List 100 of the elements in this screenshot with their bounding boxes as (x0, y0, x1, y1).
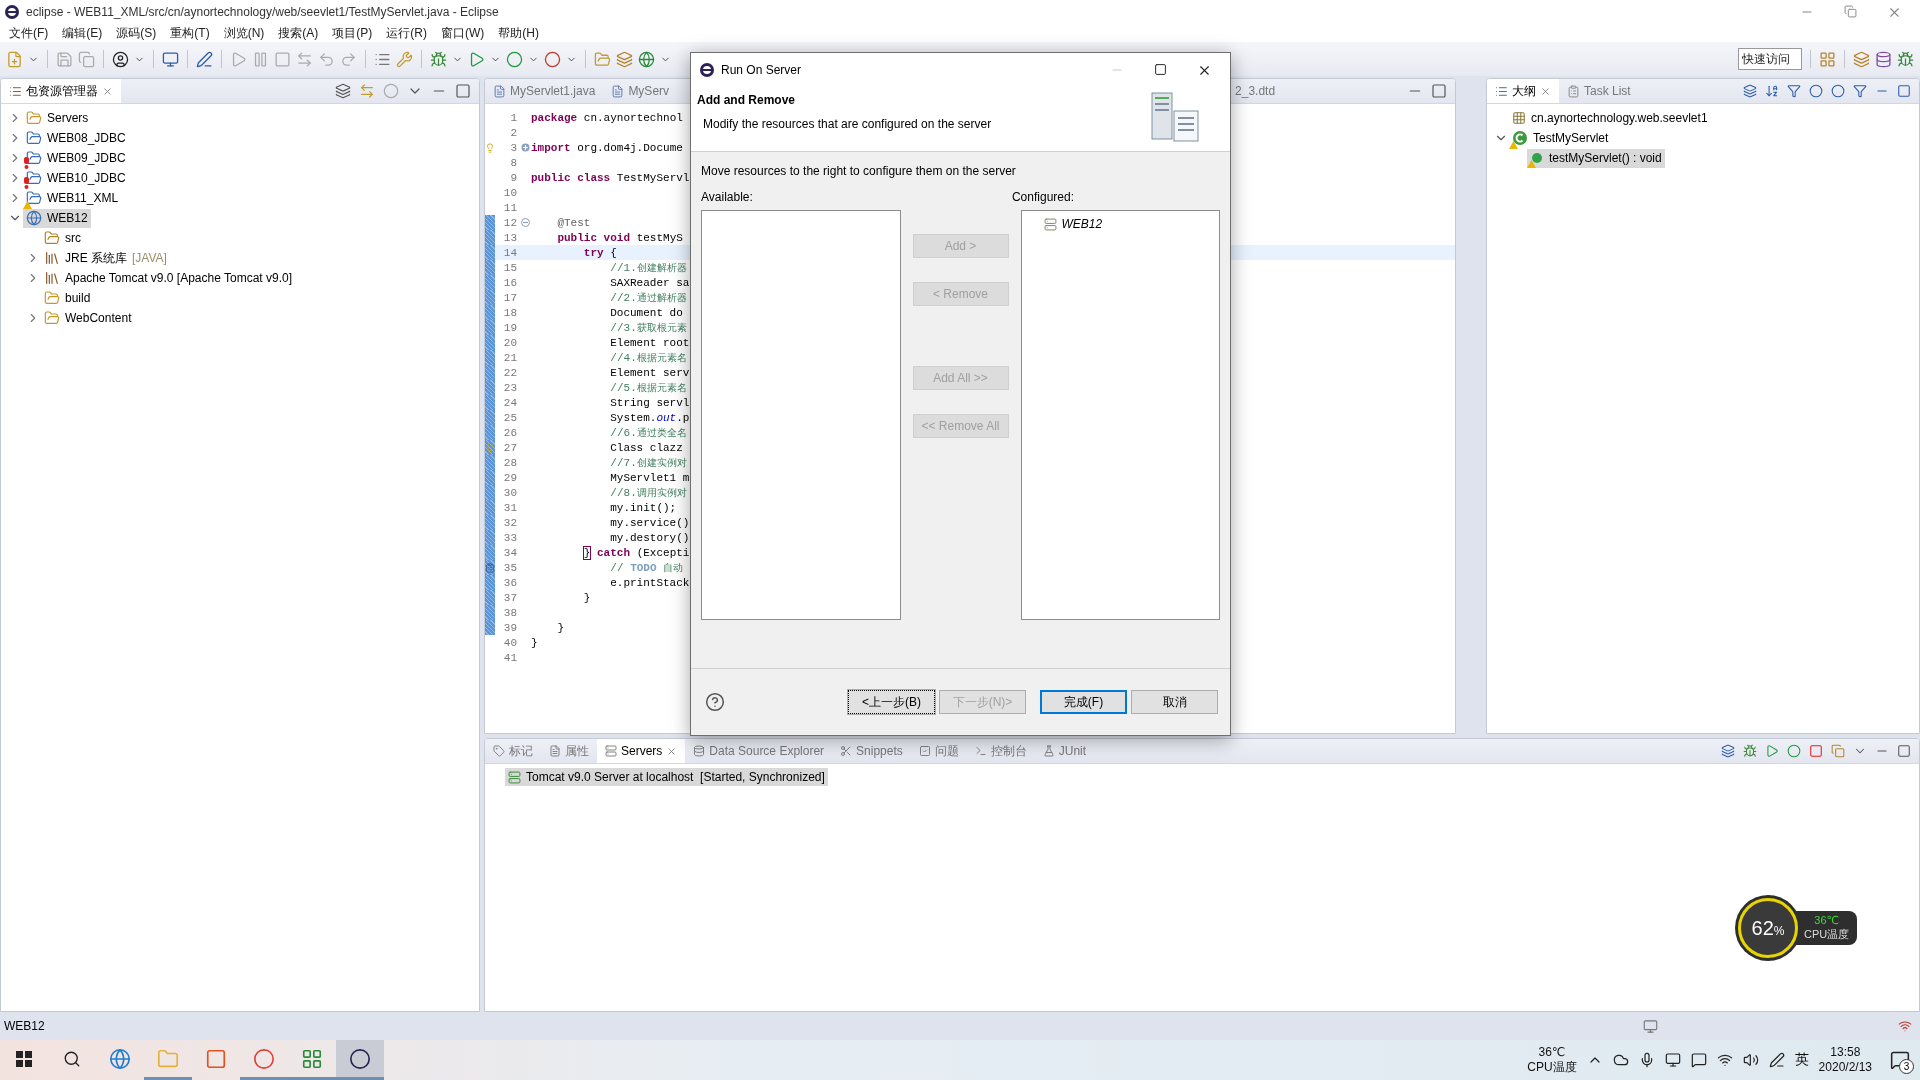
copy-icon[interactable] (78, 50, 95, 68)
checkbox-icon[interactable] (918, 745, 931, 757)
tree-item[interactable]: cn.aynortechnology.web.seevlet1 (1509, 108, 1711, 128)
package-tree-icon[interactable] (9, 84, 22, 98)
dot-icon[interactable] (1831, 84, 1845, 98)
redo-icon[interactable] (340, 50, 357, 68)
tree-item[interactable]: WEB11_XML (23, 188, 122, 208)
view-tab[interactable]: Data Source Explorer (685, 739, 833, 763)
pen-icon[interactable] (196, 50, 213, 68)
play-icon[interactable] (230, 50, 247, 68)
sort-icon[interactable] (1765, 84, 1779, 98)
view-tab[interactable]: 控制台 (966, 739, 1035, 763)
maximize-icon[interactable] (1154, 62, 1167, 76)
input-method-indicator[interactable]: 英 (1794, 1051, 1809, 1069)
tree-item[interactable]: Servers (23, 108, 92, 128)
view-tab[interactable]: Servers (597, 739, 686, 763)
tree-item[interactable]: WEB12 (23, 208, 91, 228)
menu-item[interactable]: 文件(F) (2, 24, 56, 42)
link-icon[interactable] (359, 83, 375, 99)
menu-item[interactable]: 搜索(A) (271, 24, 326, 42)
clipboard-icon[interactable] (1567, 84, 1580, 98)
scissors-icon[interactable] (840, 745, 853, 757)
collapse-all-icon[interactable] (1721, 744, 1735, 758)
view-tab[interactable]: 属性 (541, 739, 597, 763)
menu-item[interactable]: 项目(P) (325, 24, 380, 42)
monitor-icon[interactable] (162, 50, 179, 68)
server-icon[interactable] (605, 745, 617, 757)
outline-icon[interactable] (1495, 84, 1508, 98)
flask-icon[interactable] (1042, 745, 1055, 757)
dialog-button[interactable]: 完成(F) (1040, 690, 1127, 714)
globe-icon[interactable] (109, 1047, 131, 1070)
person-circle-icon[interactable] (112, 50, 129, 68)
bug-icon[interactable] (430, 50, 447, 68)
menu-item[interactable]: 窗口(W) (434, 24, 492, 42)
pen-icon[interactable] (1768, 1052, 1785, 1068)
view-tab[interactable]: 问题 (910, 739, 967, 763)
quick-access-field[interactable]: 快速访问 (1738, 48, 1802, 70)
stop-icon[interactable] (1809, 744, 1823, 758)
server-row[interactable]: Tomcat v9.0 Server at localhost [Started, Synchronized] (505, 768, 828, 786)
chat-icon[interactable] (1690, 1052, 1707, 1068)
tree-item[interactable]: Apache Tomcat v9.0 [Apache Tomcat v9.0] (41, 268, 296, 288)
square-icon[interactable] (205, 1047, 227, 1070)
editor-tab[interactable]: MyServlet1.java (485, 79, 604, 103)
menu-item[interactable]: 帮助(H) (491, 24, 546, 42)
collapse-all-icon[interactable] (335, 83, 351, 99)
view-tab[interactable]: 标记 (485, 739, 541, 763)
editor-tab[interactable]: 2_3.dtd (1227, 79, 1284, 103)
perspective-icon[interactable] (1819, 50, 1836, 68)
menu-item[interactable]: 运行(R) (379, 24, 434, 42)
expand-fold-icon[interactable] (520, 143, 530, 152)
tree-item[interactable]: testMyServlet() : void (1527, 148, 1665, 168)
view-tab[interactable]: Snippets (832, 739, 911, 763)
run-icon[interactable] (468, 50, 485, 68)
taskbar-app[interactable] (336, 1040, 384, 1080)
tree-item[interactable]: src (41, 228, 84, 248)
menu-item[interactable]: 编辑(E) (55, 24, 110, 42)
wrench-icon[interactable] (396, 50, 413, 68)
monitor-icon[interactable] (1664, 1052, 1681, 1068)
cloud-icon[interactable] (1612, 1052, 1629, 1068)
tree-item[interactable]: WEB10_JDBC (23, 168, 129, 188)
tree-item[interactable]: WEB08_JDBC (23, 128, 129, 148)
start-icon[interactable] (1765, 744, 1779, 758)
globe-icon[interactable] (638, 50, 655, 68)
view-tab[interactable]: Task List (1559, 79, 1639, 103)
arrows-icon[interactable] (296, 50, 313, 68)
editor-tab[interactable]: MyServ (603, 79, 678, 103)
undo-icon[interactable] (318, 50, 335, 68)
new-file-icon[interactable] (6, 50, 23, 68)
restore-icon[interactable] (1844, 4, 1857, 18)
configured-list[interactable]: WEB12 (1020, 210, 1220, 620)
circle-icon[interactable] (253, 1047, 275, 1070)
stop-icon[interactable] (274, 50, 291, 68)
dialog-button[interactable]: 取消 (1131, 690, 1218, 714)
collapse-fold-icon[interactable] (520, 218, 530, 227)
menu-item[interactable]: 浏览(N) (216, 24, 272, 42)
tree-item[interactable]: JRE 系统库 [JAVA] (41, 248, 170, 268)
list-item[interactable]: WEB12 (1043, 215, 1219, 233)
help-icon[interactable] (705, 692, 725, 712)
debug-icon[interactable] (1897, 50, 1914, 68)
view-tab[interactable]: 大纲 (1487, 79, 1559, 103)
search-icon[interactable] (63, 1049, 81, 1068)
volume-icon[interactable] (1742, 1052, 1759, 1068)
tree-item[interactable]: TestMyServlet (1509, 128, 1612, 148)
pause-icon[interactable] (252, 50, 269, 68)
network-icon[interactable] (1716, 1052, 1733, 1068)
view-tab[interactable]: JUnit (1034, 739, 1095, 763)
terminal-icon[interactable] (974, 745, 987, 757)
view-tab[interactable]: 包资源管理器 (1, 79, 121, 103)
menu-item[interactable]: 重构(T) (163, 24, 217, 42)
save-icon[interactable] (56, 50, 73, 68)
debug-icon[interactable] (1743, 744, 1757, 758)
menu-item[interactable]: 源码(S) (109, 24, 164, 42)
dialog-button[interactable]: <上一步(B) (848, 690, 935, 714)
chart-icon[interactable] (301, 1047, 323, 1070)
layers-icon[interactable] (616, 50, 633, 68)
tree-item[interactable]: build (41, 288, 94, 308)
lightbulb-icon[interactable] (485, 142, 495, 153)
tree-item[interactable]: WEB09_JDBC (23, 148, 129, 168)
database-icon[interactable] (693, 745, 706, 757)
tag-icon[interactable] (493, 745, 505, 757)
